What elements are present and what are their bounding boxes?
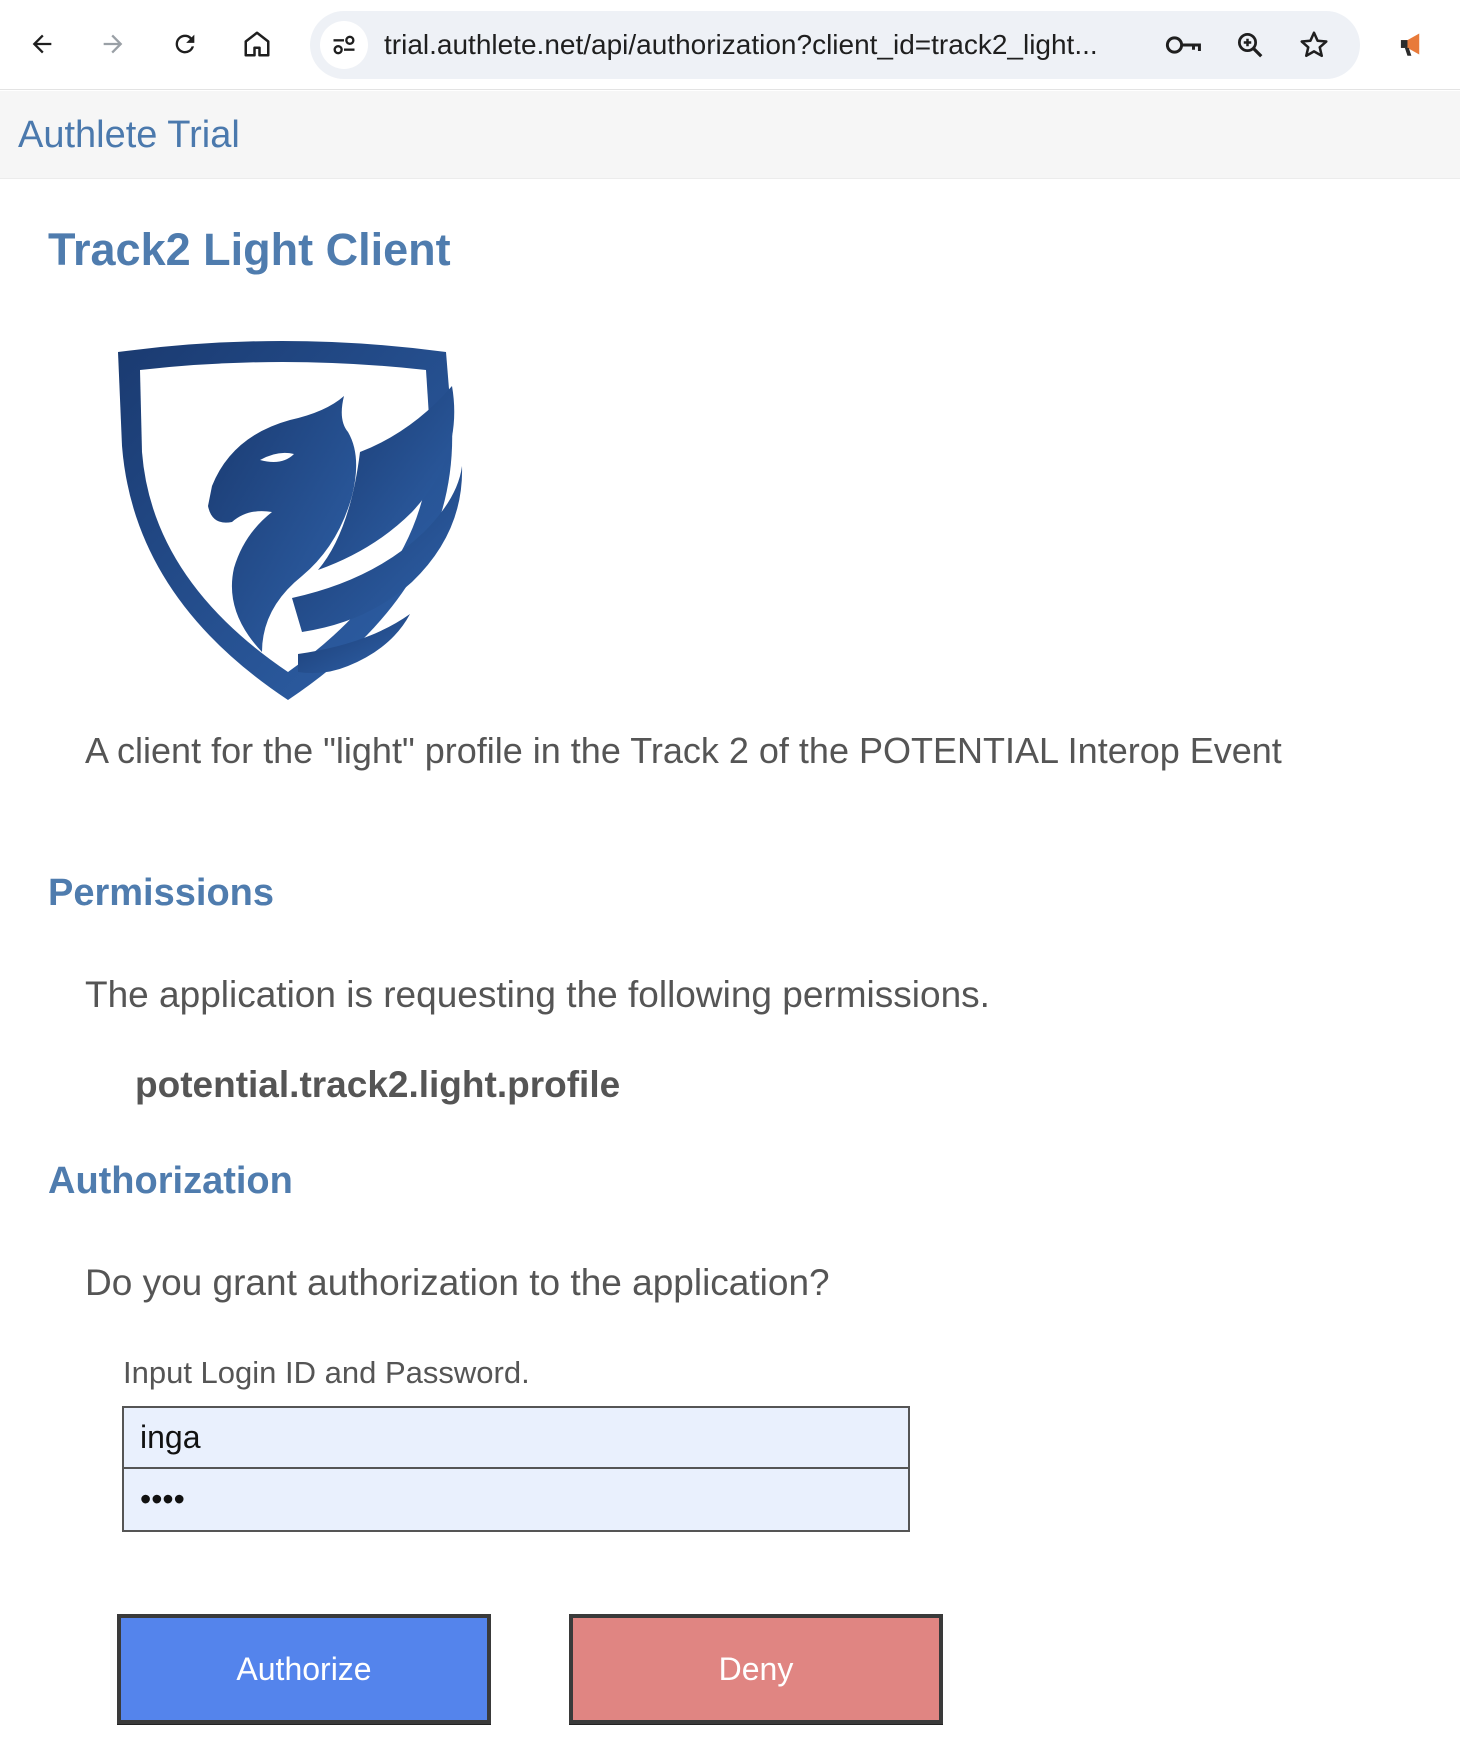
back-button[interactable] [18,20,66,68]
forward-icon [103,34,123,54]
site-info-icon [333,35,355,55]
bookmark-star-icon [1300,31,1328,58]
login-id-input[interactable] [124,1408,908,1469]
home-icon [244,31,270,57]
client-description: A client for the "light" profile in the … [85,730,1282,771]
home-button[interactable] [233,20,281,68]
url-text[interactable]: trial.authlete.net/api/authorization?cli… [384,11,1164,79]
site-brand-link[interactable]: Authlete Trial [18,91,240,179]
client-logo-shield-eagle [118,341,463,700]
site-header: Authlete Trial [0,91,1460,179]
client-name: Track2 Light Client [48,224,451,275]
login-form [122,1406,910,1532]
site-info-button[interactable] [320,21,368,69]
back-icon [32,34,52,54]
forward-button[interactable] [89,20,137,68]
deny-button[interactable]: Deny [569,1614,943,1724]
password-key-button[interactable] [1164,25,1204,65]
zoom-icon [1238,33,1263,58]
megaphone-icon [1400,33,1420,56]
password-key-icon [1165,36,1201,54]
extension-button[interactable] [1390,20,1438,68]
permissions-heading: Permissions [48,872,274,914]
address-bar[interactable]: trial.authlete.net/api/authorization?cli… [310,11,1360,79]
authorization-heading: Authorization [48,1160,293,1202]
authorization-question: Do you grant authorization to the applic… [85,1262,830,1303]
permissions-intro: The application is requesting the follow… [85,974,990,1015]
zoom-button[interactable] [1230,25,1270,65]
reload-icon [175,34,195,54]
password-input[interactable] [124,1469,908,1530]
browser-toolbar: trial.authlete.net/api/authorization?cli… [0,0,1460,90]
authorize-button[interactable]: Authorize [117,1614,491,1724]
reload-button[interactable] [161,20,209,68]
login-label: Input Login ID and Password. [123,1355,530,1390]
permission-scope: potential.track2.light.profile [135,1064,621,1105]
bookmark-button[interactable] [1294,25,1334,65]
